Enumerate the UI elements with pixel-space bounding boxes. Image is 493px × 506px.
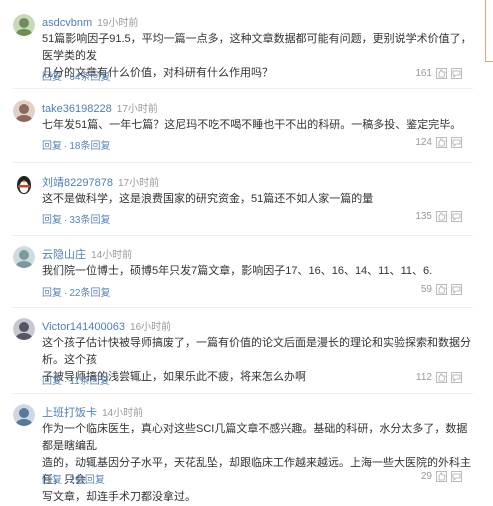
reply-icon[interactable] (451, 284, 462, 295)
avatar-image-icon (13, 14, 35, 36)
like-area: 59 (421, 284, 462, 295)
comment-header: take36198228 17小时前 (42, 100, 158, 115)
comment-footer: 回复 · 2条回复 29 (42, 471, 462, 486)
reply-icon[interactable] (451, 471, 462, 482)
like-count: 161 (415, 68, 432, 79)
like-count: 124 (415, 137, 432, 148)
timestamp: 14小时前 (102, 408, 144, 419)
comment-header: Victor141400063 16小时前 (42, 318, 171, 333)
avatar[interactable] (13, 404, 35, 426)
avatar[interactable] (13, 100, 35, 122)
divider (13, 162, 473, 163)
like-area: 112 (416, 372, 462, 383)
reply-button[interactable]: 回复 (42, 72, 62, 83)
like-icon[interactable] (436, 471, 447, 482)
like-icon[interactable] (436, 137, 447, 148)
view-replies-link[interactable]: 18条回复 (69, 141, 110, 152)
like-area: 124 (415, 137, 462, 148)
like-area: 161 (415, 68, 462, 79)
comment-body: 这不是做科学，这是浪费国家的研究资金，51篇还不如人家一篇的量 (42, 191, 472, 208)
reply-button[interactable]: 回复 (42, 215, 62, 226)
divider (13, 307, 473, 308)
comment-body: 七年发51篇、一年七篇？这尼玛不吃不喝不睡也干不出的科研。一稿多投、鉴定完毕。 (42, 117, 472, 134)
comment-footer: 回复 · 22条回复 59 (42, 284, 462, 299)
comment-line: 我们院一位博士，硕博5年只发7篇文章，影响因子17、16、16、14、11、11… (42, 265, 433, 277)
avatar-image-icon (13, 246, 35, 268)
view-replies-link[interactable]: 64条回复 (69, 72, 110, 83)
comment-footer: 回复 · 33条回复 135 (42, 211, 462, 226)
reply-icon[interactable] (451, 68, 462, 79)
comment-footer: 回复 · 11条回复 112 (42, 372, 462, 387)
comment-line: 51篇影响因子91.5，平均一篇一点多，这种文章数据都可能有问题，更别说学术价值… (42, 33, 472, 62)
like-count: 59 (420, 284, 432, 295)
divider (13, 393, 473, 394)
reply-button[interactable]: 回复 (42, 288, 62, 299)
view-replies-link[interactable]: 22条回复 (69, 288, 110, 299)
comment-line: 写文章，却连手术刀都没拿过。 (42, 491, 196, 503)
divider (13, 88, 473, 89)
avatar-image-icon (13, 100, 35, 122)
avatar[interactable] (13, 14, 35, 36)
avatar-image-icon (13, 318, 35, 340)
comment-footer: 回复 · 18条回复 124 (42, 137, 462, 152)
avatar[interactable] (13, 174, 35, 196)
username-link[interactable]: 刘靖82297878 (42, 177, 113, 189)
comment-line: 这个孩子估计快被导师搞废了，一篇有价值的论文后面是漫长的理论和实验探索和数据分析… (42, 337, 471, 366)
view-replies-link[interactable]: 11条回复 (69, 376, 109, 387)
separator-dot: · (64, 376, 68, 387)
comment-line: 这不是做科学，这是浪费国家的研究资金，51篇还不如人家一篇的量 (42, 193, 374, 205)
comment-line: 作为一个临床医生，真心对这些SCI几篇文章不感兴趣。基础的科研，水分太多了，数据… (42, 423, 468, 452)
reply-button[interactable]: 回复 (42, 376, 62, 387)
like-count: 29 (420, 471, 432, 482)
separator-dot: · (64, 475, 68, 486)
timestamp: 19小时前 (97, 18, 139, 29)
like-icon[interactable] (436, 68, 447, 79)
comment-body: 我们院一位博士，硕博5年只发7篇文章，影响因子17、16、16、14、11、11… (42, 263, 472, 280)
separator-dot: · (64, 288, 68, 299)
like-icon[interactable] (436, 284, 447, 295)
like-count: 135 (415, 211, 432, 222)
reply-icon[interactable] (451, 372, 462, 383)
username-link[interactable]: 云隐山庄 (42, 249, 86, 261)
penguin-avatar-icon (13, 174, 35, 196)
comment-header: 云隐山庄 14小时前 (42, 246, 132, 262)
divider (13, 235, 473, 236)
reply-icon[interactable] (451, 211, 462, 222)
separator-dot: · (64, 72, 68, 83)
like-icon[interactable] (436, 211, 447, 222)
view-replies-link[interactable]: 33条回复 (69, 215, 110, 226)
reply-icon[interactable] (451, 137, 462, 148)
username-link[interactable]: take36198228 (42, 103, 112, 115)
timestamp: 16小时前 (130, 322, 172, 333)
avatar[interactable] (13, 246, 35, 268)
separator-dot: · (64, 141, 68, 152)
comment-header: 刘靖82297878 17小时前 (42, 174, 159, 190)
username-link[interactable]: asdcvbnm (42, 17, 92, 29)
username-link[interactable]: Victor141400063 (42, 321, 125, 333)
comment-header: 上班打饭卡 14小时前 (42, 404, 143, 420)
comment-header: asdcvbnm 19小时前 (42, 14, 138, 29)
timestamp: 17小时前 (116, 104, 158, 115)
like-area: 135 (415, 211, 462, 222)
comment-body: 作为一个临床医生，真心对这些SCI几篇文章不感兴趣。基础的科研，水分太多了，数据… (42, 421, 472, 506)
top-right-accent (485, 0, 493, 62)
username-link[interactable]: 上班打饭卡 (42, 407, 97, 419)
reply-button[interactable]: 回复 (42, 475, 62, 486)
like-count: 112 (416, 372, 432, 383)
view-replies-link[interactable]: 2条回复 (69, 475, 105, 486)
avatar-image-icon (13, 404, 35, 426)
separator-dot: · (64, 215, 68, 226)
timestamp: 14小时前 (91, 250, 133, 261)
avatar[interactable] (13, 318, 35, 340)
timestamp: 17小时前 (118, 178, 160, 189)
comment-line: 七年发51篇、一年七篇？这尼玛不吃不喝不睡也干不出的科研。一稿多投、鉴定完毕。 (42, 119, 462, 131)
reply-button[interactable]: 回复 (42, 141, 62, 152)
comment-footer: 回复 · 64条回复 161 (42, 68, 462, 83)
like-icon[interactable] (436, 372, 447, 383)
like-area: 29 (421, 471, 462, 482)
